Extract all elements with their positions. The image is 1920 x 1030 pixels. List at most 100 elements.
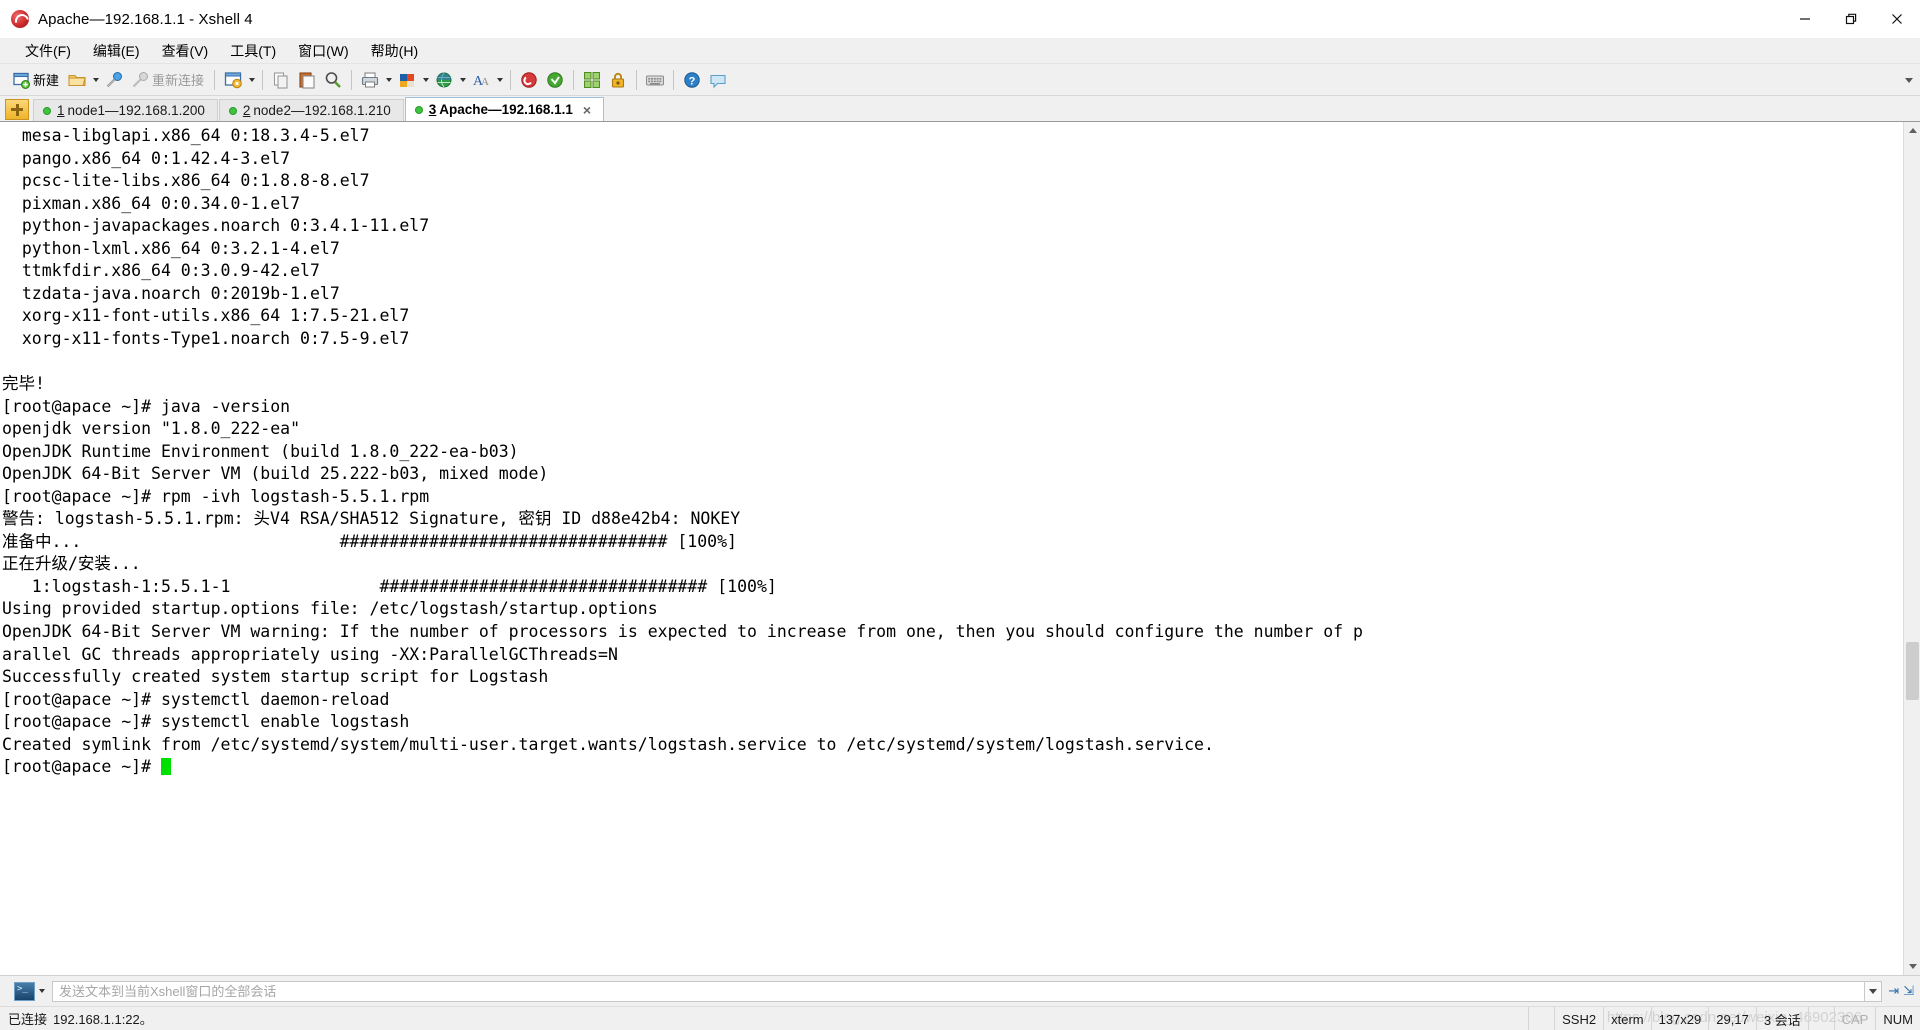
tab-node1[interactable]: 1 node1—192.168.1.200	[33, 99, 218, 121]
terminal-line: pixman.x86_64 0:0.34.0-1.el7	[2, 193, 301, 213]
terminal-output[interactable]: mesa-libglapi.x86_64 0:18.3.4-5.el7 pang…	[0, 122, 1903, 975]
terminal-line: pango.x86_64 0:1.42.4-3.el7	[2, 148, 291, 168]
font-button[interactable]: A A	[468, 67, 494, 93]
scroll-thumb[interactable]	[1906, 642, 1919, 700]
color-scheme-icon	[397, 70, 417, 90]
scroll-up-icon[interactable]	[1904, 122, 1920, 139]
status-dimensions: 137x29	[1650, 1007, 1709, 1030]
session-dropdown-arrow[interactable]	[246, 70, 257, 90]
send-input[interactable]	[52, 980, 1866, 1002]
font-dropdown-arrow[interactable]	[494, 70, 505, 90]
terminal-line: ttmkfdir.x86_64 0:3.0.9-42.el7	[2, 261, 320, 281]
toolbar-separator-1	[214, 69, 216, 90]
tab-index: 1	[57, 103, 65, 118]
terminal-line: 警告: logstash-5.5.1.rpm: 头V4 RSA/SHA512 S…	[2, 509, 741, 529]
arrange-windows-button[interactable]	[579, 67, 605, 93]
print-button[interactable]	[357, 67, 383, 93]
tab-close-icon[interactable]: ×	[583, 103, 591, 117]
tab-apache[interactable]: 3 Apache—192.168.1.1 ×	[404, 97, 605, 121]
xshell-icon	[519, 70, 539, 90]
menu-tools[interactable]: 工具(T)	[219, 38, 287, 64]
globe-dropdown-arrow[interactable]	[457, 70, 468, 90]
xshell-window: Apache—192.168.1.1 - Xshell 4 文件(F) 编辑(E…	[0, 0, 1920, 1030]
globe-button[interactable]	[431, 67, 457, 93]
status-protocol: SSH2	[1554, 1007, 1603, 1030]
open-dropdown-arrow[interactable]	[90, 70, 101, 90]
terminal-line: OpenJDK 64-Bit Server VM warning: If the…	[2, 622, 1363, 642]
disconnect-icon	[130, 70, 150, 90]
expand-arrow-icon[interactable]: ⇲	[1903, 983, 1914, 999]
terminal-line: 1:logstash-1:5.5.1-1 ###################…	[2, 576, 777, 596]
menu-window[interactable]: 窗口(W)	[287, 38, 360, 64]
history-dropdown-icon[interactable]	[1865, 980, 1883, 1002]
paste-button[interactable]	[294, 67, 320, 93]
toolbar-overflow[interactable]	[1902, 64, 1916, 96]
xftp-button[interactable]	[542, 67, 568, 93]
keyboard-button[interactable]	[642, 67, 668, 93]
open-session-button[interactable]	[64, 67, 90, 93]
new-tab-button[interactable]	[5, 99, 29, 120]
tab-title: node1—192.168.1.200	[67, 103, 205, 118]
tab-title: node2—192.168.1.210	[253, 103, 391, 118]
menu-bar: 文件(F) 编辑(E) 查看(V) 工具(T) 窗口(W) 帮助(H)	[0, 38, 1920, 64]
paste-icon	[297, 70, 317, 90]
menu-file[interactable]: 文件(F)	[14, 38, 82, 64]
help-button[interactable]: ?	[679, 67, 705, 93]
new-session-icon	[11, 70, 31, 90]
svg-text:?: ?	[689, 75, 696, 87]
status-num-lock: NUM	[1875, 1007, 1920, 1030]
tab-index: 3	[428, 102, 437, 117]
status-caps-lock: CAP	[1833, 1007, 1876, 1030]
terminal-line: mesa-libglapi.x86_64 0:18.3.4-5.el7	[2, 126, 370, 145]
session-manager-button[interactable]	[220, 67, 246, 93]
tab-index: 2	[242, 103, 251, 118]
new-session-button[interactable]: 新建	[8, 67, 64, 93]
arrange-icon	[582, 70, 602, 90]
send-arrow-icon[interactable]: ⇥	[1888, 983, 1899, 999]
menu-edit[interactable]: 编辑(E)	[82, 38, 151, 64]
color-scheme-button[interactable]	[394, 67, 420, 93]
status-spacer	[1807, 1007, 1834, 1030]
send-to-all-sessions-icon[interactable]	[14, 981, 35, 1001]
terminal-line: 准备中... #################################…	[2, 531, 737, 551]
color-dropdown-arrow[interactable]	[420, 70, 431, 90]
status-cursor-position: 29,17	[1708, 1007, 1756, 1030]
tab-bar: 1 node1—192.168.1.200 2 node2—192.168.1.…	[0, 96, 1920, 121]
menu-view[interactable]: 查看(V)	[151, 38, 220, 64]
send-target-dropdown[interactable]	[35, 982, 49, 1001]
terminal-line: 完毕!	[2, 374, 45, 394]
scroll-down-icon[interactable]	[1904, 958, 1920, 975]
toolbar-overflow-icon[interactable]	[1902, 73, 1916, 87]
terminal-scrollbar[interactable]	[1903, 122, 1920, 975]
window-controls	[1782, 0, 1920, 38]
copy-button[interactable]	[268, 67, 294, 93]
status-connection-value: 192.168.1.1:22。	[53, 1012, 153, 1027]
terminal-line: OpenJDK 64-Bit Server VM (build 25.222-b…	[2, 464, 549, 484]
reconnect-button[interactable]: 重新连接	[127, 67, 209, 93]
connect-button[interactable]	[101, 67, 127, 93]
find-button[interactable]	[320, 67, 346, 93]
window-title: Apache—192.168.1.1 - Xshell 4	[38, 10, 253, 28]
terminal-line: [root@apace ~]# rpm -ivh logstash-5.5.1.…	[2, 486, 430, 506]
lock-button[interactable]	[605, 67, 631, 93]
toolbar-separator-2	[262, 69, 264, 90]
print-dropdown-arrow[interactable]	[383, 70, 394, 90]
xshell-button[interactable]	[516, 67, 542, 93]
menu-help[interactable]: 帮助(H)	[360, 38, 429, 64]
minimize-button[interactable]	[1782, 0, 1828, 38]
toolbar-separator-4	[510, 69, 512, 90]
close-button[interactable]	[1874, 0, 1920, 38]
restore-button[interactable]	[1828, 0, 1874, 38]
xshell-logo-icon	[10, 9, 30, 29]
tab-node2[interactable]: 2 node2—192.168.1.210	[218, 99, 404, 121]
svg-text:A: A	[481, 76, 489, 88]
terminal-line: xorg-x11-fonts-Type1.noarch 0:7.5-9.el7	[2, 328, 410, 348]
connect-icon	[104, 70, 124, 90]
toolbar-separator-6	[636, 69, 638, 90]
lock-icon	[608, 70, 628, 90]
terminal-line: 正在升级/安装...	[2, 554, 141, 574]
chat-button[interactable]	[705, 67, 731, 93]
status-connection-label: 已连接	[8, 1012, 48, 1027]
terminal-cursor	[160, 758, 171, 776]
